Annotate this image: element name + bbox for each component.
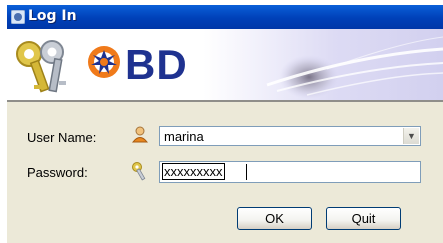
quit-button[interactable]: Quit (326, 207, 401, 230)
app-icon (11, 10, 25, 24)
bd-wordmark: BD (125, 41, 188, 88)
banner-decoration (266, 36, 443, 99)
banner-divider (7, 100, 443, 102)
chevron-down-icon: ▼ (407, 131, 416, 141)
banner: BD (7, 29, 443, 100)
login-dialog: Log In BD User Name: marina ▼ Password: … (7, 5, 443, 243)
window-title: Log In (28, 8, 77, 24)
user-name-combobox[interactable]: marina ▼ (159, 126, 421, 146)
title-bar[interactable]: Log In (7, 5, 443, 29)
key-icon (132, 162, 146, 181)
dropdown-button[interactable]: ▼ (403, 128, 419, 144)
keys-icon (16, 40, 66, 93)
text-caret (246, 164, 247, 180)
password-label: Password: (27, 165, 88, 180)
password-field[interactable]: xxxxxxxxx (159, 161, 421, 183)
ok-button[interactable]: OK (237, 207, 312, 230)
password-value: xxxxxxxxx (162, 163, 225, 180)
bd-logo-icon (88, 46, 120, 78)
user-icon (131, 126, 149, 143)
user-name-value: marina (164, 129, 204, 144)
user-name-label: User Name: (27, 130, 97, 145)
